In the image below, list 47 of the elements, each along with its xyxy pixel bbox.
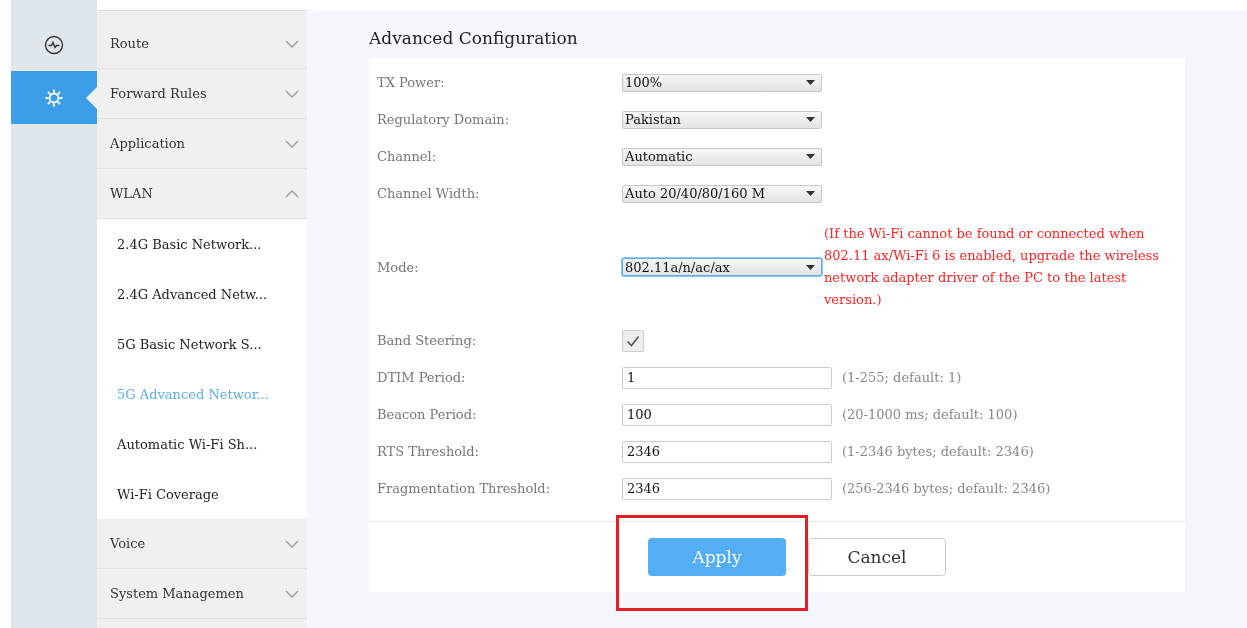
checkbox[interactable]: [622, 329, 644, 352]
dropdown[interactable]: 100%: [622, 73, 822, 92]
range-hint: (1-255; default: 1): [842, 370, 962, 385]
dropdown-arrow-icon: [806, 117, 815, 122]
input-field[interactable]: 2346: [622, 440, 832, 463]
field-label: Beacon Period:: [377, 407, 478, 422]
chevron-down-icon: [285, 39, 299, 48]
pulse-icon: [44, 34, 64, 55]
menu-item[interactable]: Wi-Fi Coverage: [97, 469, 307, 519]
menu-item[interactable]: 2.4G Basic Network...: [97, 219, 307, 269]
dropdown-arrow-icon: [806, 80, 815, 85]
input-field[interactable]: 1: [622, 366, 832, 389]
dropdown[interactable]: Automatic: [622, 147, 822, 166]
chevron-down-icon: [285, 89, 299, 98]
field-label: Mode:: [377, 259, 420, 275]
field-label: RTS Threshold:: [377, 444, 480, 459]
field-label: Regulatory Domain:: [377, 112, 511, 127]
settings-icon: [44, 87, 64, 108]
field-label: Channel:: [377, 149, 438, 164]
rail-tab[interactable]: [11, 71, 97, 124]
range-hint: (20-1000 ms; default: 100): [842, 407, 1018, 422]
menu-item[interactable]: 5G Basic Network S...: [97, 319, 307, 369]
dropdown[interactable]: Auto 20/40/80/160 M: [622, 184, 822, 203]
range-hint: (256-2346 bytes; default: 2346): [842, 481, 1051, 496]
chevron-up-icon: [285, 189, 299, 198]
input-field[interactable]: 2346: [622, 477, 832, 500]
dropdown[interactable]: Pakistan: [622, 110, 822, 129]
checkmark-icon: [626, 334, 640, 347]
chevron-down-icon: [285, 539, 299, 548]
menu-item[interactable]: Automatic Wi-Fi Sh...: [97, 419, 307, 469]
warning-note: (If the Wi-Fi cannot be found or connected when 802.11 ax/Wi-Fi 6 is enabled, upgrade the wireless network adapter driver of the PC to the latest version.): [824, 225, 1160, 309]
chevron-down-icon: [285, 139, 299, 148]
field-label: Band Steering:: [377, 333, 478, 348]
field-label: TX Power:: [377, 75, 446, 90]
range-hint: (1-2346 bytes; default: 2346): [842, 444, 1034, 459]
menu-item[interactable]: 2.4G Advanced Netw...: [97, 269, 307, 319]
section-title: Advanced Configuration: [369, 28, 579, 48]
dropdown-arrow-icon: [806, 191, 815, 196]
dropdown[interactable]: 802.11a/n/ac/ax: [622, 258, 822, 276]
field-label: DTIM Period:: [377, 370, 467, 385]
chevron-down-icon: [285, 589, 299, 598]
dropdown-arrow-icon: [806, 154, 815, 159]
cancel-button[interactable]: Cancel: [808, 538, 946, 576]
input-field[interactable]: 100: [622, 403, 832, 426]
field-label: Channel Width:: [377, 186, 481, 201]
field-label: Fragmentation Threshold:: [377, 481, 552, 496]
dropdown-arrow-icon: [806, 264, 815, 270]
